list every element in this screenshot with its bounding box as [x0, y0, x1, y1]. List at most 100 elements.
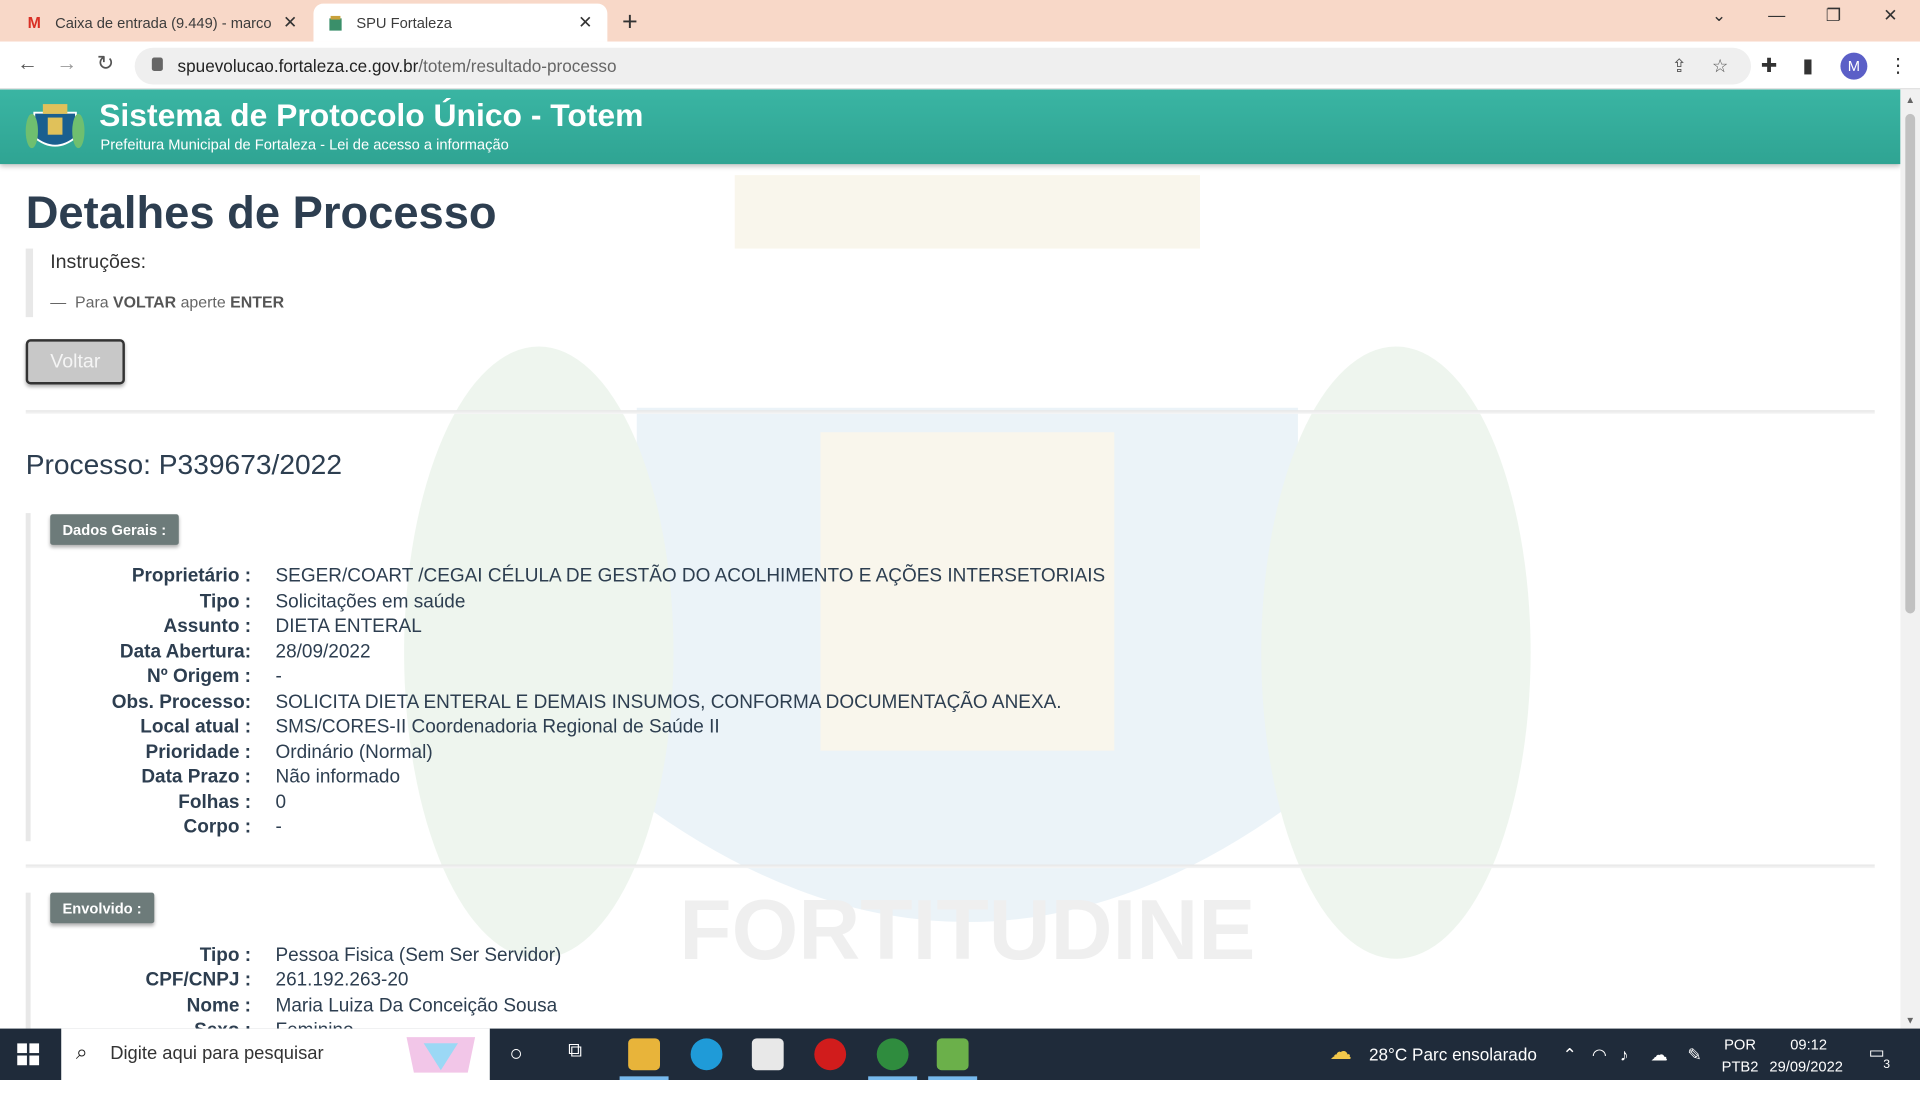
- restore-icon[interactable]: ❐: [1826, 5, 1841, 26]
- onedrive-icon[interactable]: ☁: [1651, 1044, 1668, 1065]
- clock-time[interactable]: 09:12: [1790, 1036, 1827, 1053]
- app-title: Sistema de Protocolo Único - Totem: [99, 96, 644, 134]
- field-label: Sexo :: [0, 1020, 251, 1029]
- instructions-border: [25, 248, 34, 318]
- tab-gmail[interactable]: M Caixa de entrada (9.449) - marco ✕: [12, 4, 312, 42]
- browser-tab-bar: M Caixa de entrada (9.449) - marco ✕ SPU…: [0, 0, 1920, 42]
- field-value: Feminino: [276, 1020, 354, 1029]
- field-value: DIETA ENTERAL: [275, 615, 422, 637]
- close-tab-icon[interactable]: ✕: [576, 12, 596, 33]
- scroll-thumb[interactable]: [1905, 113, 1916, 614]
- opera-icon[interactable]: [814, 1038, 847, 1071]
- browser-toolbar: ← → ↻ spuevolucao.fortaleza.ce.gov.br/to…: [0, 41, 1920, 90]
- search-icon: ⌕: [75, 1040, 88, 1065]
- forward-arrow-icon[interactable]: →: [56, 51, 77, 75]
- field-label: Nº Origem :: [147, 666, 252, 687]
- field-label: CPF/CNPJ :: [145, 969, 252, 991]
- instruction-line: — Para VOLTAR aperte ENTER: [50, 292, 285, 312]
- minimize-icon[interactable]: —: [1768, 5, 1785, 25]
- search-placeholder: Digite aqui para pesquisar: [110, 1043, 324, 1065]
- volume-icon[interactable]: ♪: [1620, 1044, 1629, 1064]
- language-code[interactable]: POR: [1724, 1036, 1756, 1053]
- field-label: Corpo :: [183, 816, 252, 838]
- divider: [25, 410, 1875, 414]
- field-value: Pessoa Fisica (Sem Ser Servidor): [275, 945, 562, 967]
- divider: [25, 864, 1875, 869]
- gmail-icon: M: [27, 13, 41, 32]
- taskbar-search-box[interactable]: ⌕ Digite aqui para pesquisar: [61, 1028, 490, 1081]
- field-label: Data Abertura:: [119, 641, 252, 663]
- field-value: SOLICITA DIETA ENTERAL E DEMAIS INSUMOS,…: [275, 691, 1062, 713]
- app-subtitle[interactable]: Prefeitura Municipal de Fortaleza - Lei …: [100, 136, 508, 153]
- windows-start-icon[interactable]: [17, 1043, 40, 1066]
- network-icon[interactable]: ◠: [1592, 1044, 1607, 1065]
- field-value: 0: [275, 792, 287, 814]
- scroll-up-arrow-icon[interactable]: ▲: [1905, 94, 1915, 105]
- clock-date[interactable]: 29/09/2022: [1769, 1058, 1843, 1075]
- field-label: Tipo :: [199, 591, 252, 613]
- field-value: Solicitações em saúde: [275, 591, 466, 613]
- weather-text[interactable]: 28°C Parc ensolarado: [1369, 1044, 1537, 1064]
- fortaleza-crest-logo: [25, 104, 85, 149]
- windows-taskbar: ⌕ Digite aqui para pesquisar ○ ⧉ ☁ 28°C …: [0, 1028, 1920, 1081]
- field-label: Proprietário :: [131, 565, 252, 587]
- file-explorer-icon[interactable]: [628, 1038, 661, 1071]
- side-panel-icon[interactable]: ▮: [1802, 54, 1813, 78]
- task-view-icon[interactable]: ⧉: [568, 1041, 582, 1063]
- url-text[interactable]: spuevolucao.fortaleza.ce.gov.br/totem/re…: [178, 56, 617, 76]
- page-title: Detalhes de Processo: [25, 187, 497, 238]
- reload-icon[interactable]: ↻: [97, 51, 114, 75]
- weather-icon[interactable]: ☁: [1330, 1040, 1352, 1066]
- app-icon[interactable]: [936, 1038, 969, 1071]
- edge-icon[interactable]: [690, 1038, 723, 1071]
- close-tab-icon[interactable]: ✕: [280, 12, 300, 33]
- envolvido-badge: Envolvido :: [50, 892, 154, 924]
- field-label: Obs. Processo:: [111, 691, 252, 713]
- field-value: SMS/CORES-II Coordenadoria Regional de S…: [275, 716, 720, 738]
- field-value: 261.192.263-20: [275, 969, 409, 991]
- bookmark-star-icon[interactable]: ☆: [1712, 55, 1728, 77]
- scroll-down-arrow-icon[interactable]: ▼: [1905, 1015, 1915, 1026]
- field-label: Prioridade :: [145, 742, 252, 763]
- dados-gerais-badge: Dados Gerais :: [50, 514, 179, 545]
- back-arrow-icon[interactable]: ←: [17, 51, 38, 75]
- share-icon[interactable]: ⇪: [1671, 55, 1686, 77]
- close-window-icon[interactable]: ✕: [1883, 5, 1897, 26]
- field-label: Data Prazo :: [141, 766, 252, 788]
- fortaleza-crest-icon: [326, 13, 346, 33]
- pen-icon[interactable]: ✎: [1687, 1044, 1701, 1065]
- fortaleza-crest-watermark: FORTITUDINE: [404, 175, 1531, 978]
- address-bar[interactable]: spuevolucao.fortaleza.ce.gov.br/totem/re…: [134, 47, 1752, 85]
- profile-avatar[interactable]: M: [1840, 52, 1868, 80]
- new-tab-icon[interactable]: +: [622, 6, 638, 38]
- app-header: Sistema de Protocolo Único - Totem Prefe…: [0, 89, 1901, 165]
- page-content: FORTITUDINE Sistema de Protocolo Único -…: [0, 89, 1901, 1029]
- field-label: Folhas :: [178, 792, 252, 814]
- page-scrollbar[interactable]: ▲ ▼: [1900, 89, 1920, 1029]
- field-label: Assunto :: [163, 615, 252, 637]
- instructions-title: Instruções:: [50, 252, 147, 274]
- field-value: Ordinário (Normal): [275, 742, 433, 763]
- chevron-up-icon[interactable]: ⌃: [1562, 1044, 1576, 1065]
- tab-spu-fortaleza[interactable]: SPU Fortaleza ✕: [313, 3, 608, 42]
- voltar-button[interactable]: Voltar: [25, 339, 125, 385]
- chrome-icon[interactable]: [876, 1038, 909, 1071]
- watermark-motto: FORTITUDINE: [679, 882, 1255, 978]
- search-highlight-icon: [406, 1037, 476, 1073]
- field-value: -: [275, 816, 282, 838]
- process-number: Processo: P339673/2022: [25, 448, 343, 481]
- field-label: Nome :: [186, 995, 252, 1017]
- keyboard-layout[interactable]: PTB2: [1722, 1058, 1759, 1075]
- chevron-down-icon[interactable]: ⌄: [1712, 5, 1726, 26]
- microsoft-store-icon[interactable]: [751, 1038, 784, 1071]
- extensions-icon[interactable]: ✚: [1761, 54, 1777, 78]
- lock-icon: [151, 57, 163, 72]
- field-value: Maria Luiza Da Conceição Sousa: [275, 995, 558, 1017]
- menu-kebab-icon[interactable]: ⋮: [1888, 54, 1908, 78]
- tab-title: Caixa de entrada (9.449) - marco: [55, 14, 272, 32]
- field-value: -: [275, 666, 282, 687]
- field-label: Tipo :: [199, 945, 252, 967]
- bottom-blank: [0, 1080, 1920, 1111]
- tab-title: SPU Fortaleza: [356, 14, 452, 32]
- cortana-icon[interactable]: ○: [509, 1041, 522, 1067]
